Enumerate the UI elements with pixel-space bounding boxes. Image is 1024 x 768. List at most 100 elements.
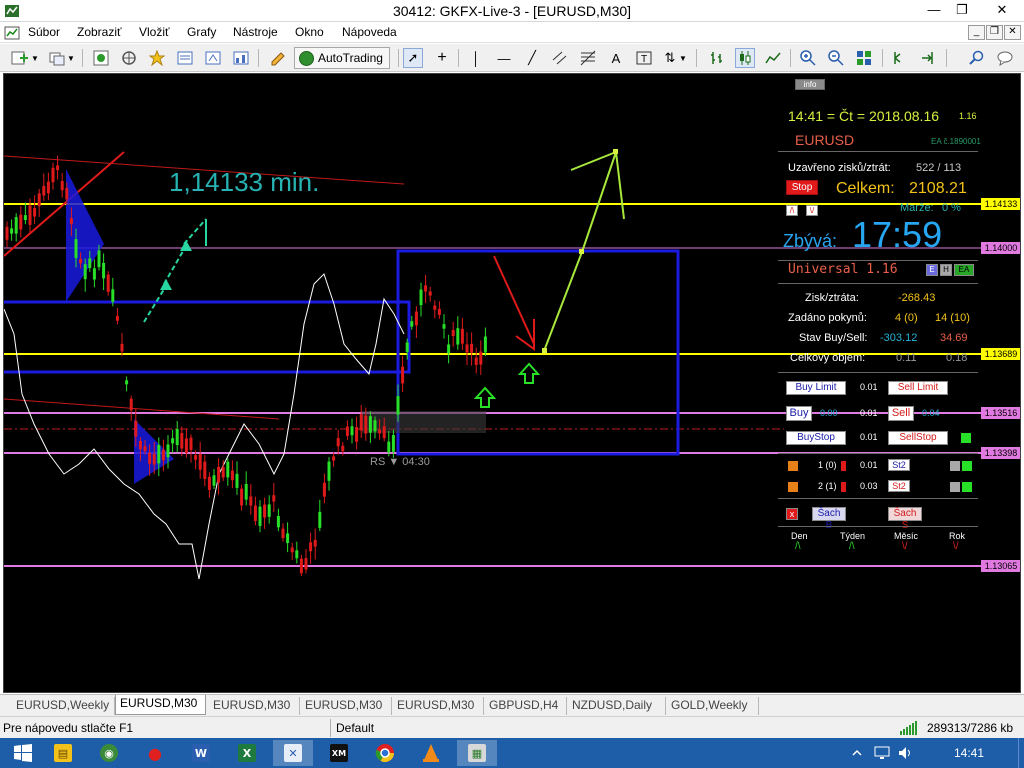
text-icon[interactable]: A (606, 48, 626, 68)
menu-view[interactable]: Zobraziť (77, 25, 122, 39)
order-row-icon[interactable] (788, 461, 798, 471)
stop-button[interactable]: Stop (786, 180, 818, 195)
chat-icon[interactable] (996, 48, 1016, 68)
zoom-out-icon[interactable] (826, 48, 846, 68)
tab-eurusd-m30[interactable]: EURUSD,M30 (301, 697, 392, 715)
buy-stop-button[interactable]: BuyStop (786, 431, 846, 445)
cursor-icon[interactable]: ➚ (403, 48, 423, 68)
arrow-up-dashed[interactable] (143, 285, 167, 323)
zoom-in-icon[interactable] (798, 48, 818, 68)
tab-gold-weekly[interactable]: GOLD,Weekly (667, 697, 759, 715)
taskbar-xm-terminal[interactable]: XM (319, 740, 359, 766)
start-button[interactable] (3, 740, 43, 766)
crosshair-icon[interactable]: + (432, 48, 452, 68)
network-icon[interactable] (874, 746, 890, 760)
line-chart-icon[interactable] (763, 48, 783, 68)
row2-st2-button[interactable]: St2 (888, 480, 910, 492)
volume-icon[interactable] (898, 746, 914, 760)
chevron-down-icon[interactable]: ▼ (66, 48, 76, 68)
chevron-up-icon[interactable]: /\ (786, 205, 798, 216)
tile-windows-icon[interactable] (854, 48, 874, 68)
vertical-line-icon[interactable]: │ (466, 48, 486, 68)
min-price-annotation[interactable]: 1,14133 min. (169, 167, 319, 198)
menu-tools[interactable]: Nástroje (233, 25, 278, 39)
taskbar-metatrader[interactable]: ▦ (457, 740, 497, 766)
range-box-left[interactable] (4, 300, 411, 374)
info-button[interactable]: info (795, 79, 825, 90)
universal-badge-ea[interactable]: EA (954, 264, 974, 276)
mdi-restore-icon[interactable]: ❐ (986, 25, 1003, 40)
new-chart-icon[interactable] (10, 48, 30, 68)
taskbar-excel[interactable]: X (227, 740, 267, 766)
arrow-down-red[interactable] (493, 255, 535, 345)
close-icon[interactable]: ✕ (984, 0, 1020, 22)
buy-signal-arrow-icon[interactable] (517, 362, 541, 384)
chevron-down-icon[interactable]: \/ (806, 205, 818, 216)
favorites-icon[interactable] (147, 48, 167, 68)
arrow-up-dashed[interactable] (183, 218, 207, 245)
profiles-icon[interactable] (48, 48, 68, 68)
taskbar-greenshot[interactable]: ◉ (89, 740, 129, 766)
taskbar-vlc[interactable] (411, 740, 451, 766)
sach-s-button[interactable]: Šach S (888, 507, 922, 531)
autotrading-button[interactable]: AutoTrading (294, 47, 390, 69)
connection-bars-icon[interactable] (900, 721, 924, 735)
strategy-tester-icon[interactable] (231, 48, 251, 68)
close-x-button[interactable]: x (786, 508, 798, 520)
buy-limit-button[interactable]: Buy Limit (786, 381, 846, 395)
show-desktop-button[interactable] (1018, 738, 1024, 768)
chevron-down-icon[interactable]: ▼ (678, 48, 688, 68)
equidistant-channel-icon[interactable] (550, 48, 570, 68)
data-window-icon[interactable] (175, 48, 195, 68)
taskbar-word[interactable]: W (181, 740, 221, 766)
buy-button[interactable]: Buy (786, 406, 812, 421)
universal-badge-e[interactable]: E (926, 264, 938, 276)
menu-file[interactable]: Súbor (28, 25, 60, 39)
row1-st2-button[interactable]: St2 (888, 459, 910, 471)
navigator-icon[interactable] (119, 48, 139, 68)
tab-nzdusd-daily[interactable]: NZDUSD,Daily (568, 697, 666, 715)
maximize-icon[interactable]: ❐ (944, 0, 980, 22)
candlesticks-icon[interactable] (735, 48, 755, 68)
taskbar-chrome[interactable] (365, 740, 405, 766)
taskbar-file-explorer[interactable]: ▤ (43, 740, 83, 766)
terminal-icon[interactable] (203, 48, 223, 68)
autoscroll-icon[interactable] (918, 48, 938, 68)
tab-eurusd-weekly[interactable]: EURUSD,Weekly (12, 697, 115, 715)
trendline-icon[interactable]: ╱ (522, 48, 542, 68)
search-icon[interactable] (966, 48, 986, 68)
fibonacci-icon[interactable] (578, 48, 598, 68)
minus-icon[interactable] (950, 461, 960, 471)
sell-stop-button[interactable]: SellStop (888, 431, 948, 445)
metaeditor-icon[interactable] (268, 48, 288, 68)
order-row-icon[interactable] (788, 482, 798, 492)
trend-line-red-thin[interactable] (4, 398, 280, 420)
mdi-close-icon[interactable]: ✕ (1004, 25, 1021, 40)
menu-insert[interactable]: Vložiť (139, 25, 170, 39)
chevron-down-icon[interactable]: ▼ (30, 48, 40, 68)
sell-limit-button[interactable]: Sell Limit (888, 381, 948, 395)
bar-chart-icon[interactable] (707, 48, 727, 68)
chart-window-icon[interactable] (4, 25, 20, 41)
tab-eurusd-m30-active[interactable]: EURUSD,M30 (115, 695, 206, 715)
sell-button[interactable]: Sell (888, 406, 914, 421)
market-watch-icon[interactable] (91, 48, 111, 68)
chart-shift-icon[interactable] (890, 48, 910, 68)
tab-eurusd-m30[interactable]: EURUSD,M30 (209, 697, 300, 715)
menu-help[interactable]: Nápoveda (342, 25, 397, 39)
tray-arrow-icon[interactable] (850, 746, 864, 760)
taskbar-teamviewer[interactable]: ● (135, 740, 175, 766)
tab-gbpusd-h4[interactable]: GBPUSD,H4 (485, 697, 567, 715)
taskbar-clock[interactable]: 14:41 (954, 746, 984, 760)
price-chart[interactable]: 1,14133 min. RS ▼ 04:30 1.14133 1.14000 … (3, 73, 1021, 693)
text-label-icon[interactable]: T (634, 48, 654, 68)
buy-signal-arrow-icon[interactable] (473, 386, 497, 408)
arrow-up-dashed[interactable] (163, 245, 187, 285)
menu-charts[interactable]: Grafy (187, 25, 216, 39)
taskbar-x-app[interactable]: ✕ (273, 740, 313, 766)
minus-icon[interactable] (950, 482, 960, 492)
horizontal-line-icon[interactable]: — (494, 48, 514, 68)
mdi-minimize-icon[interactable]: _ (968, 25, 985, 40)
tab-eurusd-m30[interactable]: EURUSD,M30 (393, 697, 484, 715)
sach-b-button[interactable]: Šach B (812, 507, 846, 531)
